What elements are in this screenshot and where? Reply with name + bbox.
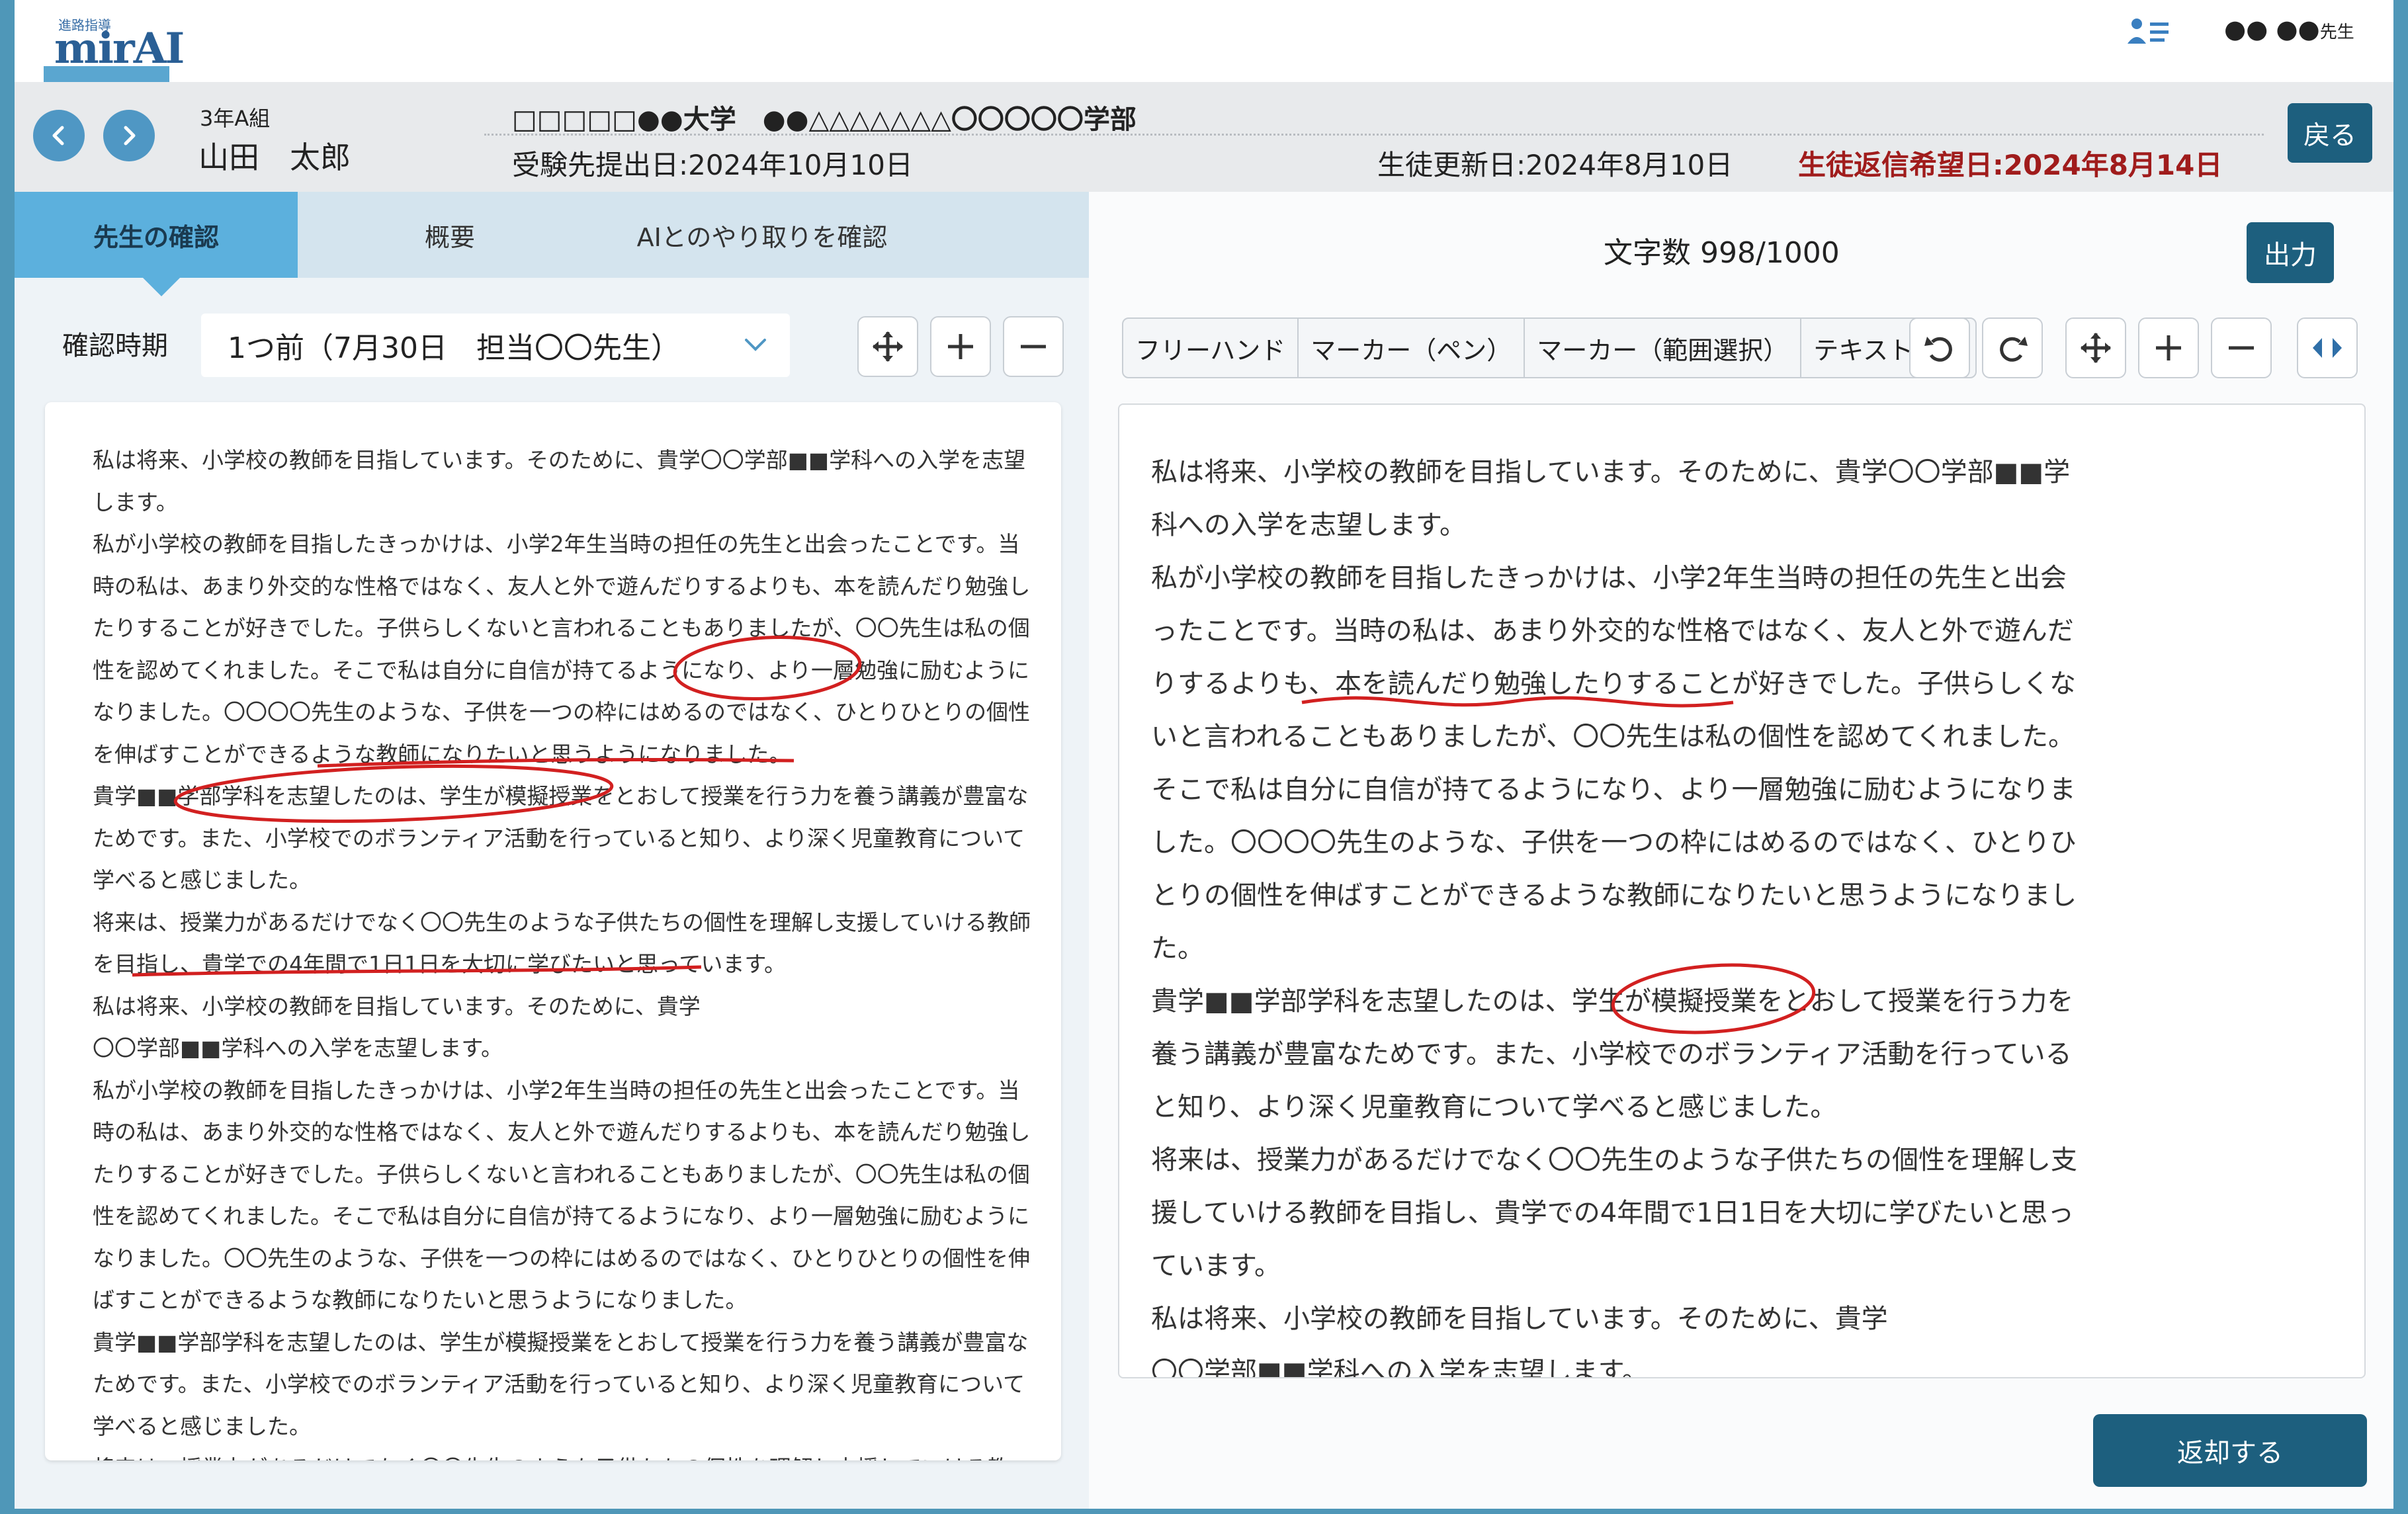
review-period-select[interactable]: 1つ前（7月30日 担当〇〇先生） xyxy=(201,314,790,377)
tab-teacher-check[interactable]: 先生の確認 xyxy=(15,192,298,296)
previous-essay-document[interactable]: 私は将来、小学校の教師を目指しています。そのために、貴学〇〇学部■■学科への入学… xyxy=(45,402,1061,1460)
move-icon xyxy=(2081,333,2111,363)
current-essay-text: 私は将来、小学校の教師を目指しています。そのために、貴学〇〇学部■■学科への入学… xyxy=(1151,446,2090,1378)
zoom-in-icon xyxy=(948,334,973,359)
essay-paragraph: 将来は、授業力があるだけでなく〇〇先生のような子供たちの個性を理解し支援していけ… xyxy=(93,909,1031,978)
essay-paragraph: 私が小学校の教師を目指したきっかけは、小学2年生当時の担任の先生と出会ったことで… xyxy=(93,531,1031,767)
freehand-tool[interactable]: フリーハンド xyxy=(1123,319,1299,377)
essay-paragraph: 私は将来、小学校の教師を目指しています。そのために、貴学 〇〇学部■■学科への入… xyxy=(93,993,701,1062)
chevron-left-icon xyxy=(52,126,64,146)
student-update-date: 生徒更新日:2024年8月10日 xyxy=(1377,149,1733,181)
essay-paragraph: 私は将来、小学校の教師を目指しています。そのために、貴学〇〇学部■■学科への入学… xyxy=(93,447,1026,515)
redo-icon xyxy=(2000,337,2028,362)
student-name: 山田 太郎 xyxy=(198,140,351,175)
essay-paragraph: 私は将来、小学校の教師を目指しています。そのために、貴学 〇〇学部■■学科への入… xyxy=(1151,1304,1888,1378)
left-zoom-out-button[interactable] xyxy=(1003,316,1064,377)
exam-submission-date: 受験先提出日:2024年10月10日 xyxy=(512,149,913,181)
zoom-out-icon xyxy=(2229,346,2254,350)
undo-icon xyxy=(1924,337,1952,362)
review-period-value: 1つ前（7月30日 担当〇〇先生） xyxy=(228,331,680,365)
tab-overview[interactable]: 概要 xyxy=(298,192,602,278)
next-student-button[interactable] xyxy=(103,110,155,161)
essay-paragraph: 貴学■■学部学科を志望したのは、学生が模擬授業をとおして授業を行う力を養う講義が… xyxy=(93,783,1029,893)
student-header: 3年A組 山田 太郎 □□□□□●●大学 ●●△△△△△△△〇〇〇〇〇学部 受験… xyxy=(15,82,2393,192)
back-button[interactable]: 戻る xyxy=(2288,103,2372,163)
essay-paragraph: 私は将来、小学校の教師を目指しています。そのために、貴学〇〇学部■■学科への入学… xyxy=(1151,457,2071,540)
tab-ai-conversation[interactable]: AIとのやり取りを確認 xyxy=(557,192,967,278)
zoom-in-icon xyxy=(2156,335,2181,360)
essay-paragraph: 貴学■■学部学科を志望したのは、学生が模擬授業をとおして授業を行う力を養う講義が… xyxy=(93,1329,1029,1439)
user-list-icon[interactable] xyxy=(2125,15,2171,54)
teacher-review-pane: 先生の確認 概要 AIとのやり取りを確認 確認時期 1つ前（7月30日 担当〇〇… xyxy=(15,192,1089,1509)
right-zoom-in-button[interactable] xyxy=(2138,317,2199,378)
window-frame-left xyxy=(0,0,15,1514)
review-period-label: 確認時期 xyxy=(62,331,168,361)
review-tabs: 先生の確認 概要 AIとのやり取りを確認 xyxy=(15,192,1089,296)
top-bar: 進路指導 mirAI ●● ●●先生 xyxy=(15,0,2393,73)
header-divider xyxy=(484,134,2264,136)
window-frame-right xyxy=(2393,0,2408,1514)
zoom-out-icon xyxy=(1021,345,1046,349)
left-move-button[interactable] xyxy=(857,316,918,377)
annotation-toolbar: フリーハンド マーカー（ペン） マーカー（範囲選択） テキスト入力 xyxy=(1122,317,1977,378)
essay-paragraph: 将来は、授業力があるだけでなく〇〇先生のような子供たちの個性を理解し支援していけ… xyxy=(1151,1145,2077,1281)
teacher-suffix: 先生 xyxy=(2319,22,2354,42)
current-essay-document[interactable]: 私は将来、小学校の教師を目指しています。そのために、貴学〇〇学部■■学科への入学… xyxy=(1118,403,2366,1378)
undo-button[interactable] xyxy=(1909,317,1970,378)
marker-range-tool[interactable]: マーカー（範囲選択） xyxy=(1525,319,1802,377)
logo-active-indicator xyxy=(44,66,169,82)
essay-edit-pane: 文字数 998/1000 出力 フリーハンド マーカー（ペン） マーカー（範囲選… xyxy=(1089,192,2393,1509)
right-move-button[interactable] xyxy=(2065,317,2126,378)
essay-paragraph: 貴学■■学部学科を志望したのは、学生が模擬授業をとおして授業を行う力を養う講義が… xyxy=(1151,986,2074,1122)
teacher-name-text: ●● ●● xyxy=(2224,15,2320,44)
essay-paragraph: 将来は、授業力があるだけでなく〇〇先生のような子供たちの個性を理解し支援していけ… xyxy=(93,1447,1032,1460)
class-label: 3年A組 xyxy=(200,106,271,131)
move-icon xyxy=(873,331,903,362)
essay-paragraph: 私が小学校の教師を目指したきっかけは、小学2年生当時の担任の先生と出会ったことで… xyxy=(93,1077,1031,1314)
right-zoom-out-button[interactable] xyxy=(2211,317,2272,378)
target-school: □□□□□●●大学 ●●△△△△△△△〇〇〇〇〇学部 xyxy=(512,105,1137,135)
character-count: 文字数 998/1000 xyxy=(1604,236,1840,270)
output-button[interactable]: 出力 xyxy=(2247,222,2334,283)
expand-horizontal-icon xyxy=(2313,338,2342,358)
chevron-down-icon xyxy=(745,339,766,351)
redo-button[interactable] xyxy=(1982,317,2043,378)
marker-pen-tool[interactable]: マーカー（ペン） xyxy=(1299,319,1526,377)
previous-essay-text: 私は将来、小学校の教師を目指しています。そのために、貴学〇〇学部■■学科への入学… xyxy=(93,439,1032,1460)
previous-student-button[interactable] xyxy=(33,110,85,161)
essay-paragraph: 私が小学校の教師を目指したきっかけは、小学2年生当時の担任の先生と出会ったことで… xyxy=(1151,563,2077,964)
expand-pane-button[interactable] xyxy=(2297,317,2358,378)
left-zoom-in-button[interactable] xyxy=(930,316,991,377)
reply-requested-date: 生徒返信希望日:2024年8月14日 xyxy=(1798,149,2223,181)
teacher-name[interactable]: ●● ●●先生 xyxy=(2224,15,2354,44)
return-essay-button[interactable]: 返却する xyxy=(2093,1414,2367,1487)
chevron-right-icon xyxy=(124,126,136,146)
window-frame-bottom xyxy=(0,1509,2408,1514)
